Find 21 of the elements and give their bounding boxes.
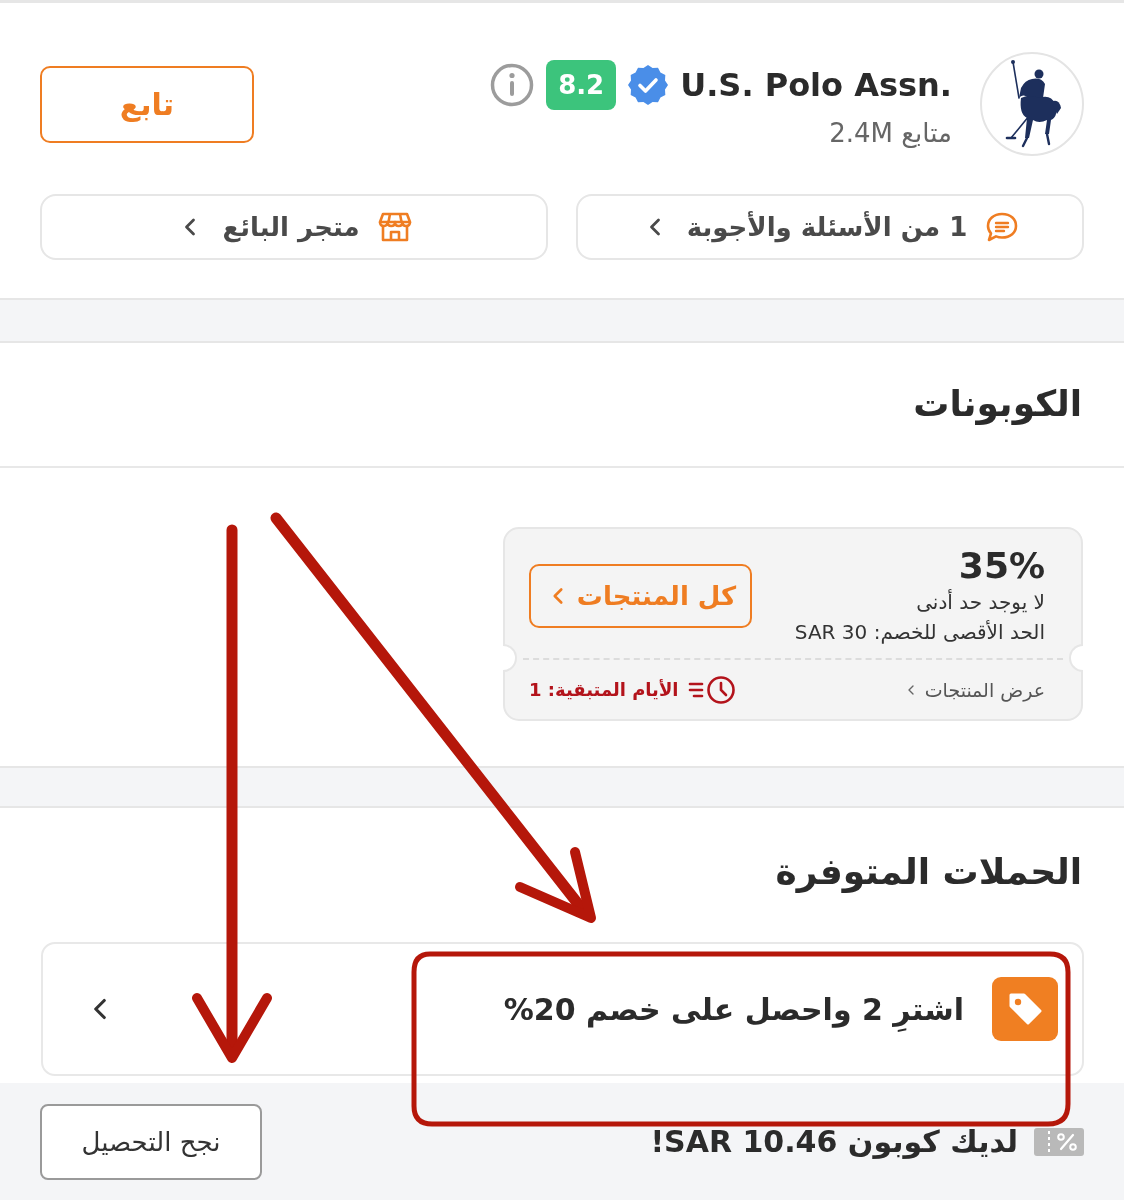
days-remaining: الأيام المتبقية: 1 xyxy=(529,679,679,700)
tag-icon xyxy=(992,977,1058,1041)
brand-name: U.S. Polo Assn. xyxy=(680,66,952,104)
chat-icon xyxy=(985,211,1020,243)
questions-button[interactable]: 1 من الأسئلة والأجوبة xyxy=(576,194,1084,260)
rating-score: 8.2 xyxy=(546,60,617,110)
maximum-discount: الحد الأقصى للخصم: SAR 30 xyxy=(794,619,1045,647)
info-icon[interactable] xyxy=(490,63,535,107)
view-products-link[interactable]: عرض المنتجات xyxy=(902,678,1045,701)
store-icon xyxy=(377,211,412,243)
clock-icon xyxy=(688,674,737,705)
collect-button[interactable]: نجح التحصيل xyxy=(40,1103,262,1180)
store-button[interactable]: متجر البائع xyxy=(40,194,548,260)
section-title: الكوبونات xyxy=(913,382,1082,427)
minimum-spend: لا يوجد حد أدنى xyxy=(916,588,1045,617)
percent-ticket-icon xyxy=(1034,1127,1084,1156)
coupon-message: لديك كوبون SAR 10.46! xyxy=(650,1124,1018,1159)
section-title: الحملات المتوفرة xyxy=(775,849,1082,895)
follower-count: متابع 2.4M xyxy=(829,118,952,148)
coupon-discount: 35% xyxy=(958,543,1045,588)
campaign-row[interactable]: اشترِ 2 واحصل على خصم 20% xyxy=(41,942,1084,1076)
